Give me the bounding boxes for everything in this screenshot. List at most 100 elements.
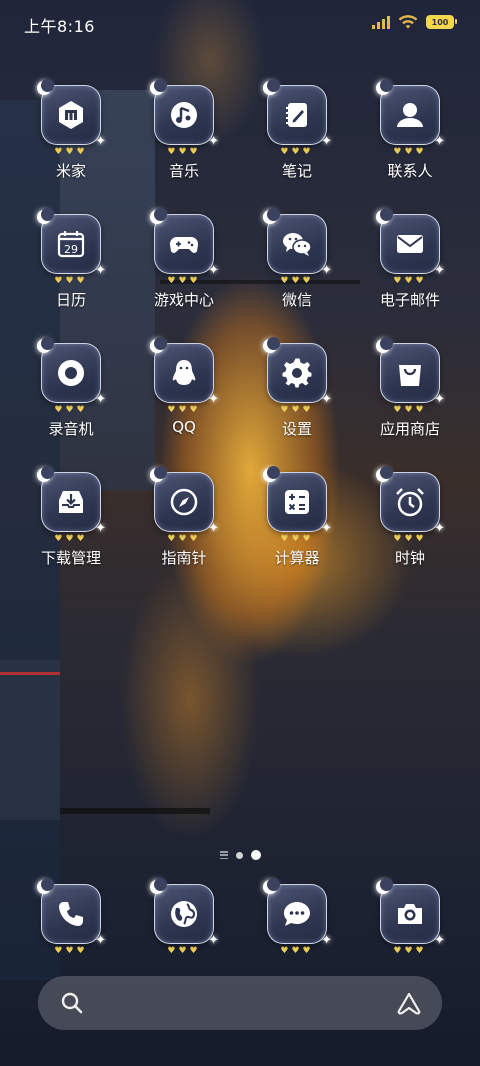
- app-clock[interactable]: ✦ ♥♥♥ 时钟: [355, 466, 465, 568]
- app-recorder[interactable]: ✦ ♥♥♥ 录音机: [16, 337, 126, 439]
- wallpaper-pole: [60, 808, 210, 814]
- mail-icon: [397, 235, 423, 253]
- wallpaper-building-lower: [0, 660, 60, 820]
- hearts-decoration: ♥♥♥: [280, 405, 314, 415]
- hearts-decoration: ♥♥♥: [54, 147, 88, 157]
- battery-level: 100: [431, 17, 449, 27]
- app-mi-home[interactable]: ✦ ♥♥♥ 米家: [16, 79, 126, 181]
- hearts-decoration: ♥♥♥: [393, 534, 427, 544]
- app-label: 米家: [55, 162, 86, 180]
- app-tile: ✦: [37, 79, 106, 148]
- hearts-decoration: ♥♥♥: [280, 534, 314, 544]
- dock-messages[interactable]: ✦ ♥♥♥: [242, 878, 352, 956]
- hearts-decoration: ♥♥♥: [54, 276, 88, 286]
- app-tile: ✦: [150, 79, 219, 148]
- phone-icon: [59, 902, 83, 926]
- app-label: 时钟: [394, 549, 425, 567]
- wechat-icon: [283, 233, 312, 256]
- app-tile: ✦: [263, 878, 332, 947]
- app-label: 下载管理: [40, 549, 101, 567]
- app-tile: ✦: [263, 337, 332, 406]
- app-calculator[interactable]: ✦ ♥♥♥ 计算器: [242, 466, 352, 568]
- app-tile: ✦: [150, 466, 219, 535]
- app-label: 联系人: [387, 162, 433, 180]
- status-bar: 上午8:16 100: [0, 0, 480, 44]
- app-label: 微信: [281, 291, 312, 309]
- hearts-decoration: ♥♥♥: [393, 147, 427, 157]
- search-bar[interactable]: [38, 976, 442, 1030]
- camera-icon: [398, 904, 422, 924]
- app-tile: ✦: [263, 79, 332, 148]
- app-label: 音乐: [168, 162, 199, 180]
- assistant-icon[interactable]: [396, 991, 422, 1015]
- app-tile: ✦: [150, 878, 219, 947]
- app-label: QQ: [172, 418, 196, 436]
- mi-home-icon: [59, 101, 83, 129]
- wifi-icon: [398, 15, 418, 29]
- app-label: 录音机: [48, 420, 94, 438]
- app-label: 指南针: [161, 549, 207, 567]
- hearts-decoration: ♥♥♥: [280, 276, 314, 286]
- hearts-decoration: ♥♥♥: [167, 946, 201, 956]
- app-notes[interactable]: ✦ ♥♥♥ 笔记: [242, 79, 352, 181]
- hearts-decoration: ♥♥♥: [280, 946, 314, 956]
- gear-icon: [282, 358, 312, 388]
- hearts-decoration: ♥♥♥: [54, 946, 88, 956]
- hearts-decoration: ♥♥♥: [393, 276, 427, 286]
- app-tile: ✦: [376, 79, 445, 148]
- download-tray-icon: [59, 491, 83, 513]
- wallpaper-red-stripe: [0, 672, 60, 675]
- app-app-store[interactable]: ✦ ♥♥♥ 应用商店: [355, 337, 465, 439]
- app-label: 计算器: [274, 549, 320, 567]
- hearts-decoration: ♥♥♥: [167, 405, 201, 415]
- app-tile: ✦: [263, 208, 332, 277]
- app-label: 设置: [281, 420, 312, 438]
- app-label: 电子邮件: [379, 291, 440, 309]
- messages-icon: [284, 902, 310, 926]
- dock-phone[interactable]: ✦ ♥♥♥: [16, 878, 126, 956]
- signal-icon: [372, 15, 390, 29]
- app-calendar[interactable]: 29 ✦ ♥♥♥ 日历: [16, 208, 126, 310]
- app-tile: ✦: [376, 466, 445, 535]
- app-label: 笔记: [281, 162, 312, 180]
- dock-browser[interactable]: ✦ ♥♥♥: [129, 878, 239, 956]
- page-list-icon: [219, 851, 228, 859]
- music-icon: [171, 102, 197, 128]
- app-tile: ✦: [376, 208, 445, 277]
- app-qq[interactable]: ✦ ♥♥♥ QQ: [129, 337, 239, 436]
- app-settings[interactable]: ✦ ♥♥♥ 设置: [242, 337, 352, 439]
- hearts-decoration: ♥♥♥: [54, 405, 88, 415]
- calculator-icon: [285, 490, 309, 514]
- app-tile: ✦: [150, 208, 219, 277]
- recorder-icon: [58, 360, 84, 386]
- status-time: 上午8:16: [24, 17, 95, 36]
- hearts-decoration: ♥♥♥: [393, 405, 427, 415]
- page-dot-active: [250, 850, 261, 860]
- app-compass[interactable]: ✦ ♥♥♥ 指南针: [129, 466, 239, 568]
- page-dot: [235, 851, 243, 859]
- battery-icon: 100: [426, 15, 457, 29]
- app-download-manager[interactable]: ✦ ♥♥♥ 下载管理: [16, 466, 126, 568]
- app-tile: ✦: [37, 337, 106, 406]
- app-music[interactable]: ✦ ♥♥♥ 音乐: [129, 79, 239, 181]
- page-indicator[interactable]: [0, 850, 480, 860]
- compass-icon: [170, 488, 198, 516]
- notes-icon: [286, 103, 307, 127]
- app-tile: ✦: [263, 466, 332, 535]
- qq-penguin-icon: [172, 360, 196, 385]
- hearts-decoration: ♥♥♥: [54, 534, 88, 544]
- hearts-decoration: ♥♥♥: [167, 276, 201, 286]
- app-label: 游戏中心: [153, 291, 214, 309]
- contacts-icon: [397, 103, 423, 127]
- hearts-decoration: ♥♥♥: [280, 147, 314, 157]
- app-email[interactable]: ✦ ♥♥♥ 电子邮件: [355, 208, 465, 310]
- app-wechat[interactable]: ✦ ♥♥♥ 微信: [242, 208, 352, 310]
- app-tile: ✦: [37, 878, 106, 947]
- app-label: 日历: [55, 291, 86, 309]
- app-contacts[interactable]: ✦ ♥♥♥ 联系人: [355, 79, 465, 181]
- app-game-center[interactable]: ✦ ♥♥♥ 游戏中心: [129, 208, 239, 310]
- hearts-decoration: ♥♥♥: [167, 147, 201, 157]
- dock-camera[interactable]: ✦ ♥♥♥: [355, 878, 465, 956]
- app-tile: ✦: [376, 337, 445, 406]
- alarm-clock-icon: [396, 488, 424, 517]
